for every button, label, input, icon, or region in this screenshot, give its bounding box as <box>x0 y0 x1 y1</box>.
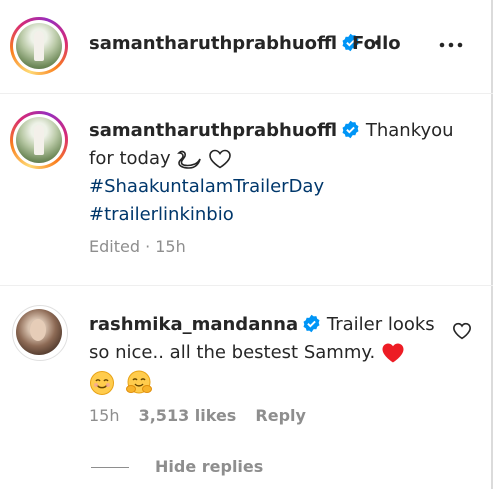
like-heart-icon[interactable] <box>452 322 472 340</box>
divider <box>0 285 493 286</box>
post-panel: samantharuthprabhuoffl • Follo samanthar… <box>0 0 493 489</box>
hide-replies-label[interactable]: Hide replies <box>155 457 263 476</box>
red-heart-icon <box>382 343 404 363</box>
replies-line <box>91 467 129 468</box>
caption-text: Thankyou <box>365 120 454 141</box>
white-heart-icon <box>209 149 231 169</box>
comment-time: 15h <box>89 406 120 425</box>
reply-button[interactable]: Reply <box>255 406 306 425</box>
verified-badge-icon <box>342 120 359 139</box>
comment-avatar[interactable] <box>12 305 68 361</box>
hashtag-link[interactable]: #ShaakuntalamTrailerDay <box>89 176 324 197</box>
header-user: samantharuthprabhuoffl • <box>89 33 383 54</box>
more-horizontal-icon[interactable] <box>438 37 464 53</box>
follow-button[interactable]: Follo <box>352 33 401 54</box>
comment-text-line2: so nice.. all the bestest Sammy. <box>89 342 376 363</box>
hide-replies-button[interactable]: Hide replies <box>91 457 263 476</box>
comment-text: Trailer looks <box>326 314 435 335</box>
comment-meta: 15h 3,513 likes Reply <box>89 406 306 425</box>
hugging-face-icon <box>125 370 152 394</box>
comment-username[interactable]: rashmika_mandanna <box>89 314 298 335</box>
caption-avatar[interactable] <box>10 111 68 169</box>
verified-badge-icon <box>303 314 320 333</box>
hashtag-link[interactable]: #trailerlinkinbio <box>89 204 234 225</box>
profile-avatar[interactable] <box>10 17 68 75</box>
caption-text-line2: for today <box>89 148 171 169</box>
caption-meta: Edited · 15h <box>89 237 186 256</box>
smiling-face-icon <box>90 371 114 395</box>
comment-block: rashmika_mandanna Trailer looks so nice.… <box>89 311 439 397</box>
post-header: samantharuthprabhuoffl • Follo <box>0 0 493 94</box>
caption-username[interactable]: samantharuthprabhuoffl <box>89 120 337 141</box>
likes-count[interactable]: 3,513 likes <box>139 406 237 425</box>
swan-icon <box>177 150 202 169</box>
header-username[interactable]: samantharuthprabhuoffl <box>89 33 337 54</box>
caption-block: samantharuthprabhuoffl Thankyou for toda… <box>89 117 469 229</box>
